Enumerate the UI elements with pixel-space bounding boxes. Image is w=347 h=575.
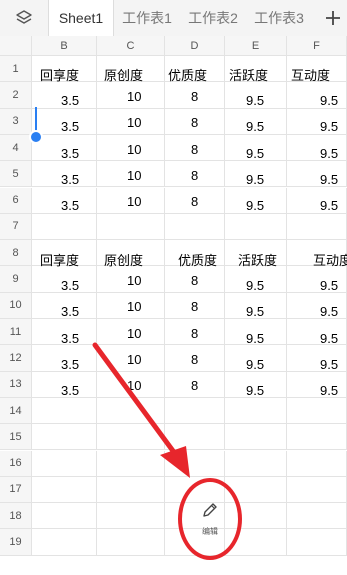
annotation-circle	[178, 478, 242, 560]
annotation-arrow	[92, 342, 190, 478]
